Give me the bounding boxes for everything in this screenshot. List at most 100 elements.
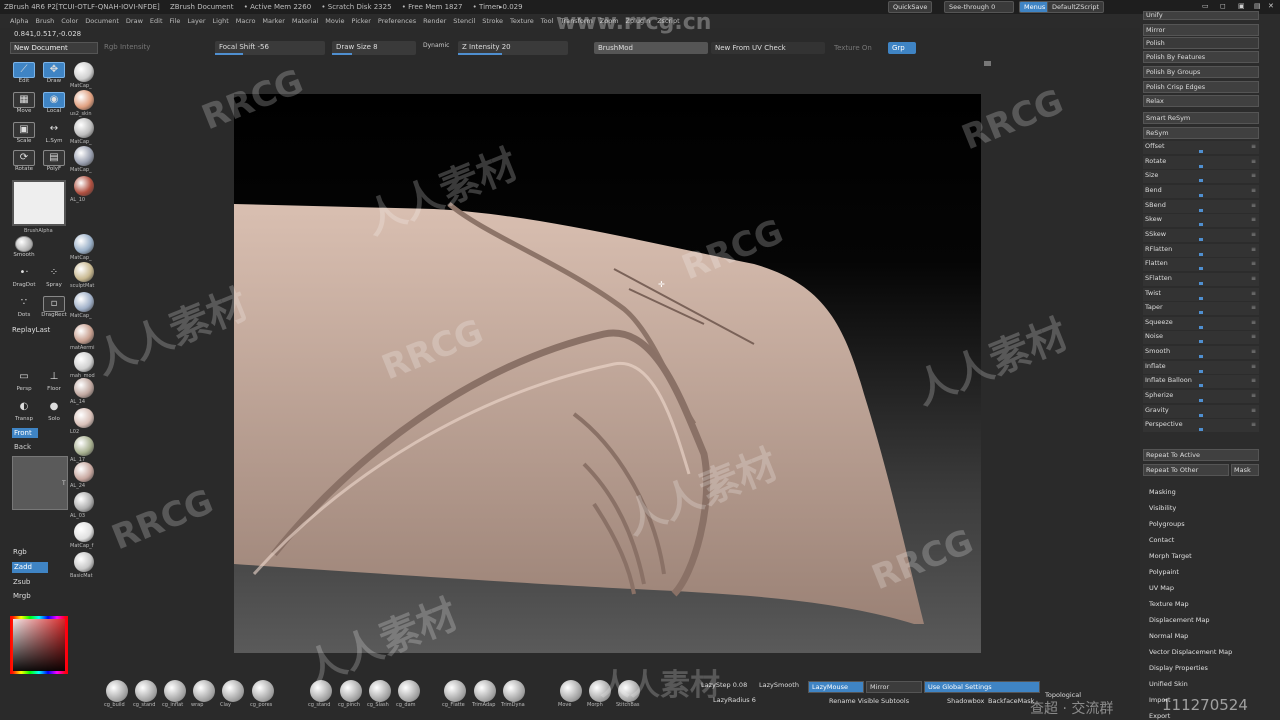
unify-button[interactable]: Unify <box>1143 11 1259 20</box>
brush-icon[interactable] <box>369 680 391 702</box>
use-global-settings-toggle[interactable]: Use Global Settings <box>924 681 1040 693</box>
deform-slider[interactable]: Squeeze ≡ <box>1143 316 1259 330</box>
axis-icon[interactable]: ≡ <box>1251 346 1256 357</box>
menu-item[interactable]: Alpha <box>10 17 28 25</box>
brush-icon[interactable] <box>398 680 420 702</box>
brush-icon[interactable] <box>444 680 466 702</box>
rgb-intensity-slider[interactable]: Rgb Intensity <box>100 41 210 55</box>
repeat-to-other-button[interactable]: Repeat To Other <box>1143 464 1229 476</box>
menu-item[interactable]: Picker <box>352 17 371 25</box>
menu-item[interactable]: Layer <box>187 17 205 25</box>
back-button[interactable]: Back <box>14 443 31 451</box>
rotate-button[interactable]: ⟳ Rotate <box>10 150 38 174</box>
zadd-mode[interactable]: Zadd <box>12 562 48 573</box>
mrgb-mode[interactable]: Mrgb <box>13 592 31 600</box>
menu-item[interactable]: Draw <box>126 17 143 25</box>
new-document-button[interactable]: New Document <box>10 42 98 54</box>
sub-palette-item[interactable]: Texture Map <box>1149 600 1189 608</box>
edit-button[interactable]: ⟋ Edit <box>10 62 38 86</box>
deform-slider[interactable]: Flatten ≡ <box>1143 258 1259 272</box>
brush-icon[interactable] <box>106 680 128 702</box>
new-from-uv-check-button[interactable]: New From UV Check <box>711 42 825 54</box>
focal-shift-slider[interactable]: Focal Shift -56 <box>215 41 325 55</box>
polyf-button[interactable]: ▤ PolyF <box>40 150 68 174</box>
brush-alpha-thumbnail[interactable] <box>12 180 66 226</box>
zsub-mode[interactable]: Zsub <box>13 578 30 586</box>
axis-icon[interactable]: ≡ <box>1251 288 1256 299</box>
polish-by-groups-slider[interactable]: Polish By Groups <box>1143 66 1259 78</box>
deform-slider[interactable]: Inflate ≡ <box>1143 360 1259 374</box>
material-sphere[interactable] <box>74 146 94 166</box>
dragrect-button[interactable]: ▫ DragRect <box>40 296 68 320</box>
axis-icon[interactable]: ≡ <box>1251 141 1256 152</box>
deform-slider[interactable]: Inflate Balloon ≡ <box>1143 375 1259 389</box>
menu-item[interactable]: Texture <box>510 17 534 25</box>
deform-slider[interactable]: Offset ≡ <box>1143 141 1259 154</box>
dragdot-button[interactable]: •· DragDot <box>10 266 38 290</box>
brush-icon[interactable] <box>164 680 186 702</box>
transp-button[interactable]: ◐ Transp <box>10 400 38 424</box>
relax-slider[interactable]: Relax <box>1143 95 1259 107</box>
lsym-button[interactable]: ↔ L.Sym <box>40 122 68 146</box>
sub-palette-item[interactable]: Polygroups <box>1149 520 1185 528</box>
draw-button[interactable]: ✥ Draw <box>40 62 68 86</box>
material-sphere[interactable] <box>74 492 94 512</box>
scroll-handle[interactable] <box>984 61 991 66</box>
deform-slider[interactable]: Gravity ≡ <box>1143 404 1259 418</box>
sub-palette-item[interactable]: Polypaint <box>1149 568 1179 576</box>
material-sphere[interactable] <box>74 408 94 428</box>
material-sphere[interactable] <box>74 522 94 542</box>
deform-slider[interactable]: Spherize ≡ <box>1143 390 1259 404</box>
default-zscript-button[interactable]: DefaultZScript <box>1047 1 1105 13</box>
deform-slider[interactable]: RFlatten ≡ <box>1143 243 1259 257</box>
sub-palette-item[interactable]: Contact <box>1149 536 1174 544</box>
scale-button[interactable]: ▣ Scale <box>10 122 38 146</box>
brush-icon[interactable] <box>503 680 525 702</box>
menu-item[interactable]: Stroke <box>482 17 503 25</box>
brush-icon[interactable] <box>252 680 274 702</box>
persp-button[interactable]: ▭ Persp <box>10 370 38 394</box>
lazymouse-toggle[interactable]: LazyMouse <box>808 681 864 693</box>
menu-item[interactable]: Document <box>85 17 119 25</box>
minimize-icon[interactable]: ▭ <box>1202 2 1209 10</box>
deform-slider[interactable]: Noise ≡ <box>1143 331 1259 345</box>
material-sphere[interactable] <box>74 234 94 254</box>
menu-item[interactable]: File <box>170 17 181 25</box>
floor-button[interactable]: ⊥ Floor <box>40 370 68 394</box>
smart-resym-button[interactable]: Smart ReSym <box>1143 112 1259 124</box>
menu-item[interactable]: Light <box>213 17 229 25</box>
sub-palette-item[interactable]: Visibility <box>1149 504 1176 512</box>
axis-icon[interactable]: ≡ <box>1251 302 1256 313</box>
texture-on-toggle[interactable]: Texture On <box>830 42 886 56</box>
menus-toggle[interactable]: Menus <box>1019 1 1051 13</box>
material-sphere[interactable] <box>74 462 94 482</box>
sub-palette-item[interactable]: Unified Skin <box>1149 680 1188 688</box>
quicksave-button[interactable]: QuickSave <box>888 1 933 13</box>
axis-icon[interactable]: ≡ <box>1251 317 1256 328</box>
brush-icon[interactable] <box>135 680 157 702</box>
material-sphere[interactable] <box>74 176 94 196</box>
brush-icon[interactable] <box>474 680 496 702</box>
material-sphere[interactable] <box>74 262 94 282</box>
axis-icon[interactable]: ≡ <box>1251 375 1256 386</box>
menu-item[interactable]: Marker <box>262 17 284 25</box>
sub-palette-item[interactable]: Masking <box>1149 488 1176 496</box>
deform-slider[interactable]: Bend ≡ <box>1143 184 1259 198</box>
draw-size-slider[interactable]: Draw Size 8 <box>332 41 416 55</box>
polish-crisp-edges-slider[interactable]: Polish Crisp Edges <box>1143 81 1259 93</box>
axis-icon[interactable]: ≡ <box>1251 390 1256 401</box>
menu-item[interactable]: Edit <box>150 17 163 25</box>
sub-palette-item[interactable]: Morph Target <box>1149 552 1192 560</box>
axis-icon[interactable]: ≡ <box>1251 258 1256 269</box>
axis-icon[interactable]: ≡ <box>1251 229 1256 240</box>
sub-palette-item[interactable]: Vector Displacement Map <box>1149 648 1232 656</box>
axis-icon[interactable]: ≡ <box>1251 273 1256 284</box>
rgb-mode[interactable]: Rgb <box>13 548 27 556</box>
sub-palette-item[interactable]: UV Map <box>1149 584 1174 592</box>
axis-icon[interactable]: ≡ <box>1251 214 1256 225</box>
texture-preview[interactable] <box>12 456 68 510</box>
deform-slider[interactable]: Skew ≡ <box>1143 214 1259 228</box>
hue-ring[interactable] <box>10 616 68 674</box>
menu-item[interactable]: Macro <box>236 17 256 25</box>
axis-icon[interactable]: ≡ <box>1251 156 1256 167</box>
